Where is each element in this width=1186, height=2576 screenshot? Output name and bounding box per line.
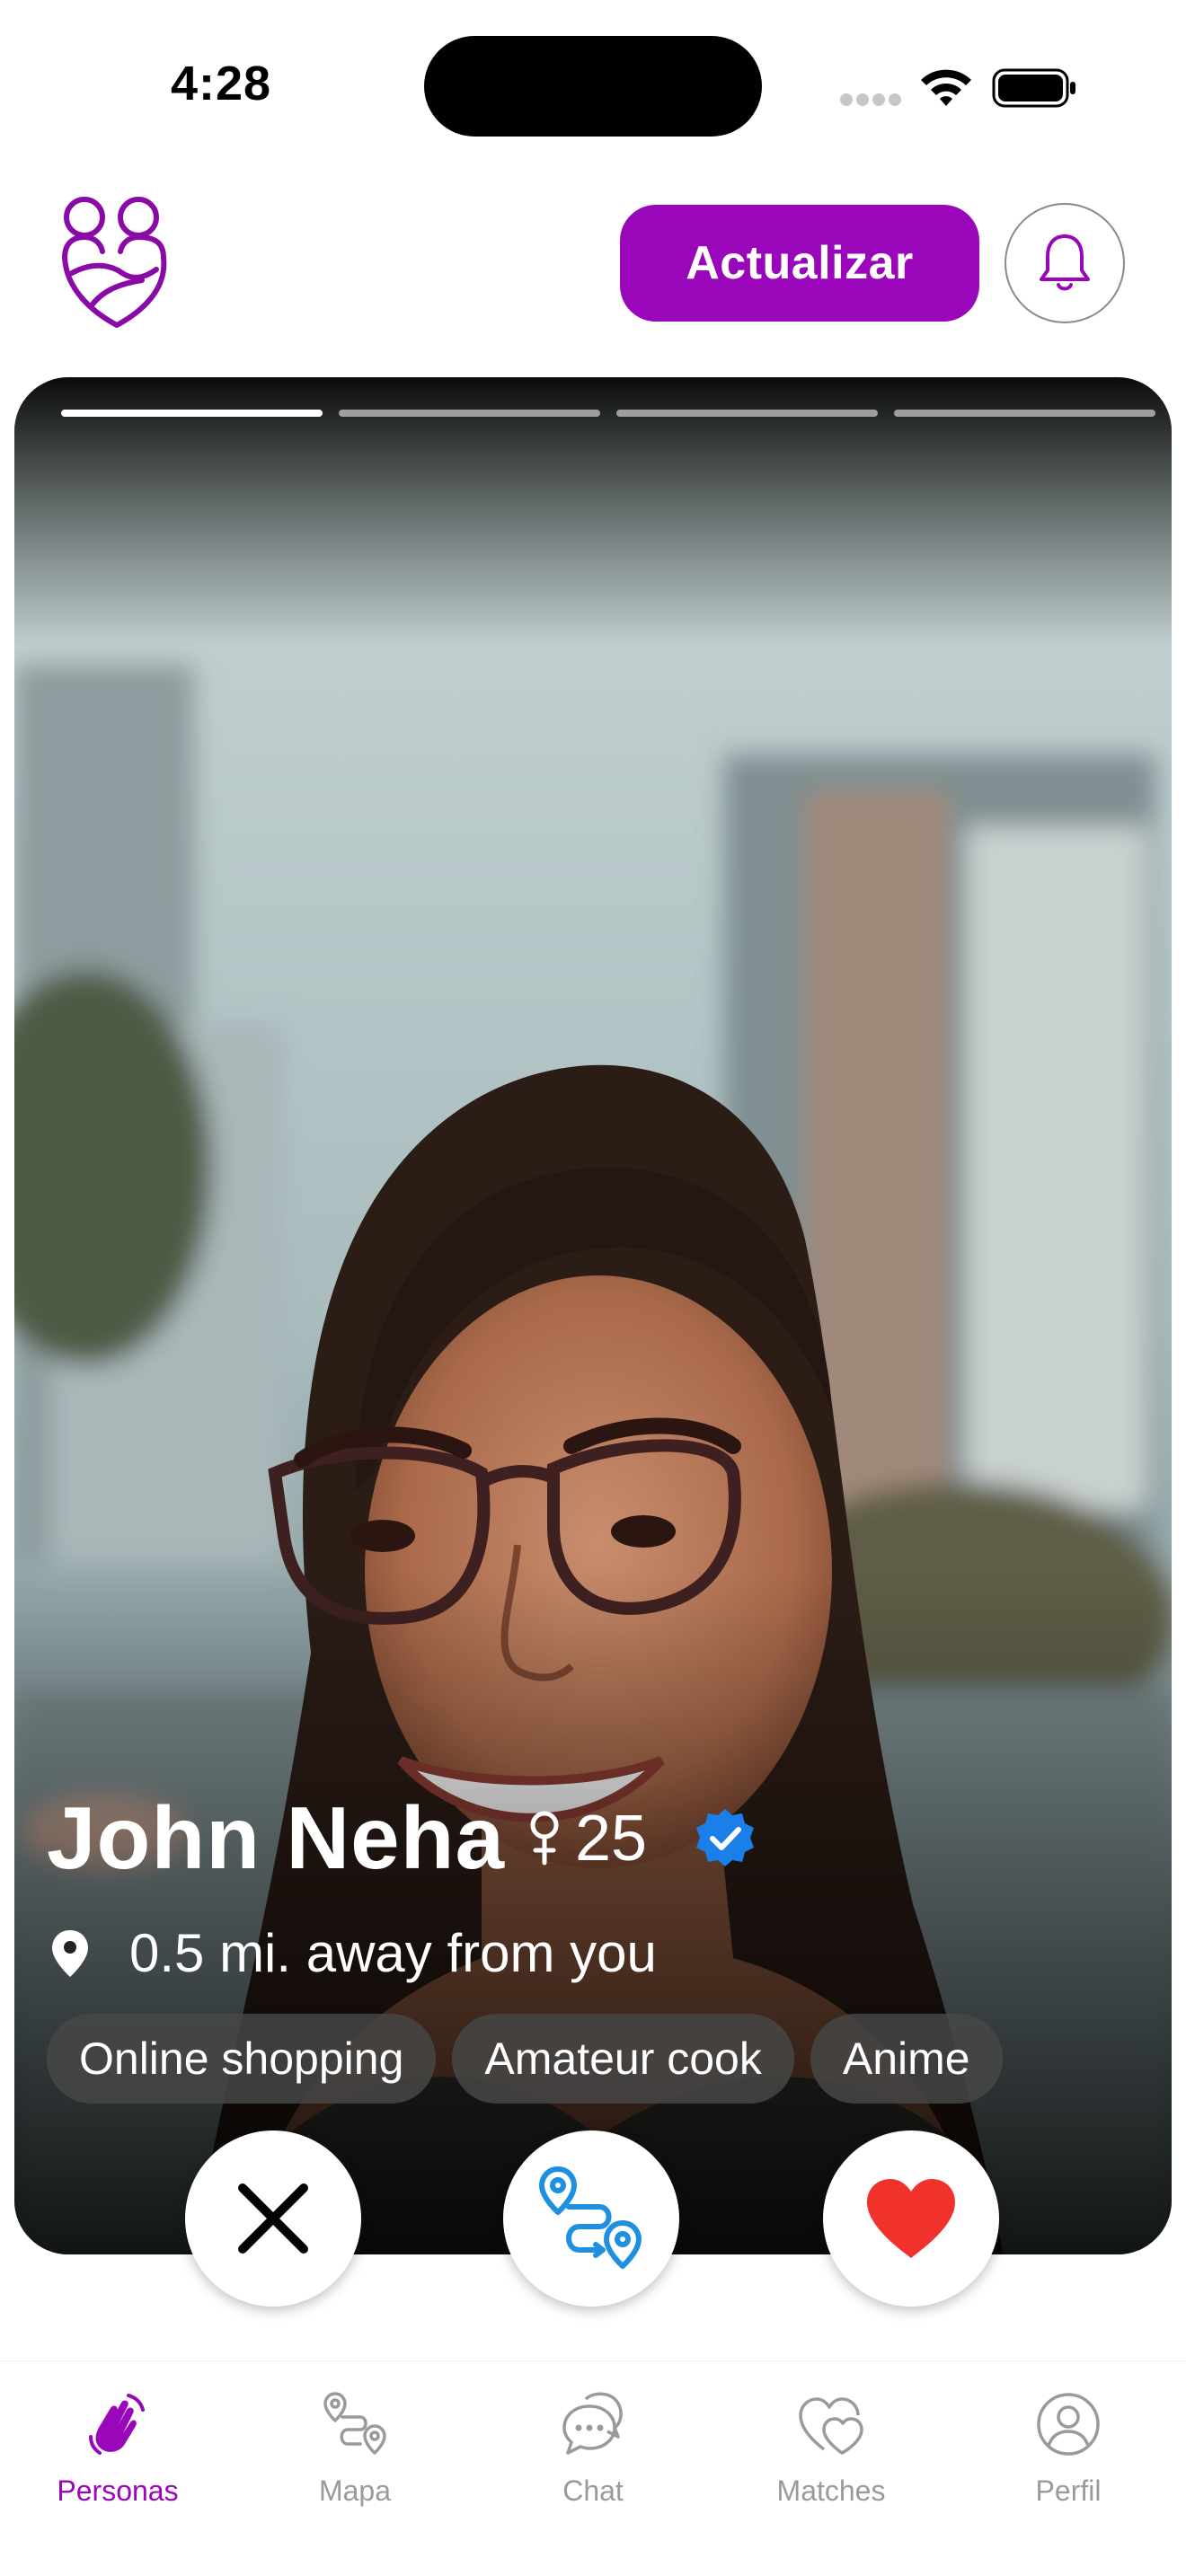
notifications-button[interactable] <box>1005 203 1125 323</box>
hearts-icon <box>799 2397 863 2455</box>
profile-name: John Neha <box>47 1788 505 1887</box>
distance-text: 0.5 mi. away from you <box>129 1923 657 1983</box>
dynamic-island <box>424 36 762 137</box>
app-logo-icon <box>62 197 167 328</box>
close-icon <box>238 2183 308 2254</box>
profile-card[interactable]: John Neha 25 0.5 mi. away from you Onlin… <box>14 377 1172 2254</box>
nav-label: Matches <box>776 2475 886 2507</box>
status-time: 4:28 <box>171 57 272 110</box>
photo-progress-bar <box>61 410 1155 419</box>
profile-name-row: John Neha 25 <box>47 1787 757 1889</box>
nav-item-mapa[interactable]: Mapa <box>247 2379 463 2523</box>
nav-label: Personas <box>57 2475 179 2507</box>
photo-progress-segment <box>616 410 878 417</box>
nav-item-perfil[interactable]: Perfil <box>960 2379 1176 2523</box>
nav-label: Perfil <box>1035 2475 1102 2507</box>
user-circle-icon <box>1037 2393 1100 2456</box>
battery-icon <box>992 68 1075 108</box>
cellular-signal-icon <box>840 93 903 106</box>
nav-item-matches[interactable]: Matches <box>723 2379 939 2523</box>
verified-badge-icon <box>696 1808 755 1866</box>
chat-bubbles-icon <box>562 2392 623 2455</box>
photo-progress-segment <box>61 410 323 417</box>
route-icon <box>323 2392 386 2455</box>
nav-item-chat[interactable]: Chat <box>485 2379 701 2523</box>
status-bar: 4:28 <box>0 0 1186 171</box>
bottom-navigation: Personas Mapa Chat Matches Perfil <box>0 2360 1186 2576</box>
route-match-button[interactable] <box>503 2130 679 2307</box>
bell-icon <box>1040 234 1090 291</box>
upgrade-button[interactable]: Actualizar <box>620 205 979 322</box>
distance-row: 0.5 mi. away from you <box>50 1922 657 1984</box>
pass-button[interactable] <box>185 2130 361 2307</box>
interest-tag: Amateur cook <box>452 2014 794 2104</box>
female-gender-icon <box>530 1811 559 1865</box>
nav-label: Chat <box>562 2475 624 2507</box>
wifi-icon <box>921 69 971 106</box>
interest-tags: Online shopping Amateur cook Anime <box>47 2014 1003 2104</box>
route-icon <box>539 2166 642 2269</box>
nav-label: Mapa <box>318 2475 392 2507</box>
nav-item-personas[interactable]: Personas <box>10 2379 226 2523</box>
photo-progress-segment <box>339 410 600 417</box>
heart-icon <box>867 2179 955 2258</box>
interest-tag: Online shopping <box>47 2014 437 2104</box>
interest-tag: Anime <box>810 2014 1003 2104</box>
profile-age: 25 <box>574 1802 648 1875</box>
location-pin-icon <box>52 1929 88 1977</box>
photo-progress-segment <box>894 410 1155 417</box>
like-button[interactable] <box>823 2130 999 2307</box>
hand-wave-icon <box>89 2394 145 2455</box>
